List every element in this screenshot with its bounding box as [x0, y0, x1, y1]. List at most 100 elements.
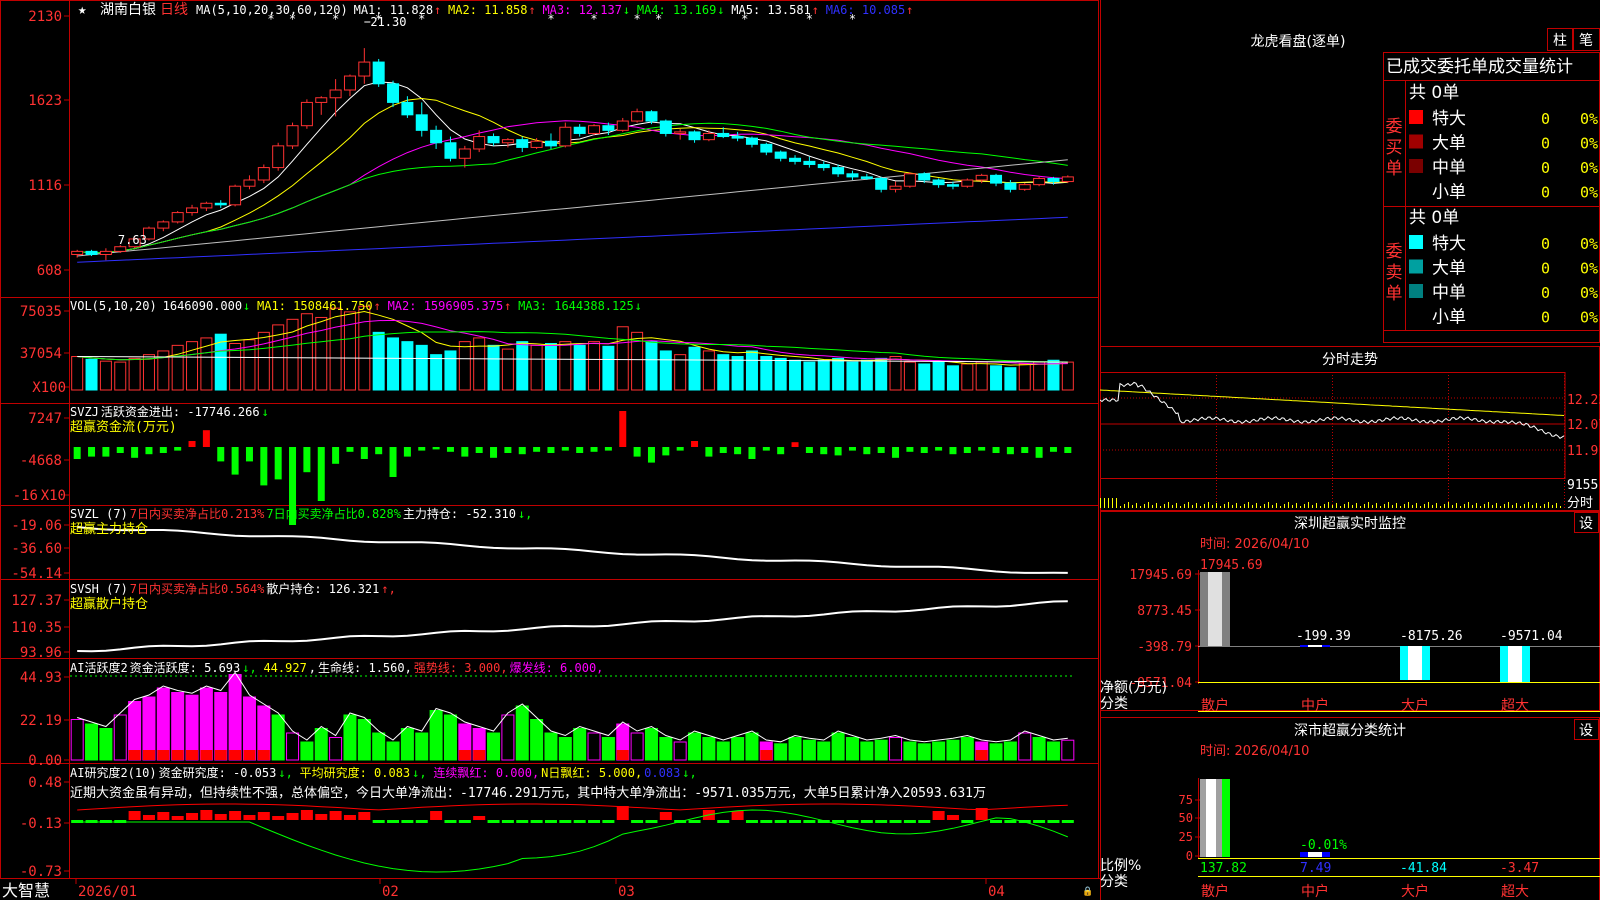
- ai1-bar-base: [186, 750, 199, 760]
- candle-body[interactable]: [544, 140, 557, 147]
- candle-body[interactable]: [1018, 184, 1031, 190]
- candle-body[interactable]: [860, 176, 873, 179]
- candle-body[interactable]: [229, 185, 242, 206]
- volume-bar: [659, 350, 672, 391]
- candle-body[interactable]: [516, 139, 529, 148]
- candle-body[interactable]: [487, 136, 500, 144]
- candle-body[interactable]: [415, 114, 428, 131]
- svzj-bar: [1049, 447, 1057, 452]
- candle-body[interactable]: [329, 89, 342, 99]
- candle-body[interactable]: [1047, 177, 1060, 183]
- candle-body[interactable]: [702, 132, 715, 141]
- candle-body[interactable]: [688, 131, 701, 141]
- candle-body[interactable]: [602, 125, 615, 131]
- ai1-bar: [731, 737, 745, 761]
- candle-body[interactable]: [903, 173, 916, 187]
- candle-body[interactable]: [1033, 177, 1046, 186]
- candle-body[interactable]: [745, 137, 758, 145]
- monitor-bar-hi-3: [1508, 646, 1522, 682]
- intraday-vol-bar: [1196, 503, 1197, 508]
- svsh-ytick-0: 127.37: [11, 593, 62, 609]
- candle-body[interactable]: [817, 163, 830, 169]
- candle-body[interactable]: [717, 132, 730, 138]
- ai2-header-8: ↓,: [682, 766, 696, 780]
- candle-body[interactable]: [286, 125, 299, 147]
- candle-body[interactable]: [889, 185, 902, 190]
- candle-body[interactable]: [674, 131, 687, 134]
- candle-body[interactable]: [530, 140, 543, 148]
- candle-body[interactable]: [760, 143, 773, 153]
- candle-body[interactable]: [631, 111, 644, 122]
- candle-body[interactable]: [257, 167, 270, 181]
- candle-body[interactable]: [990, 174, 1003, 184]
- chart-area[interactable]: 21301623111660821.307.63* * * * * * * * * * * *★ 湖南白…: [0, 0, 1100, 900]
- candle-body[interactable]: [875, 177, 888, 190]
- candle-body[interactable]: [430, 129, 443, 144]
- ai1-bar: [587, 732, 601, 761]
- candle-body[interactable]: [946, 184, 959, 187]
- candle-body[interactable]: [458, 148, 471, 159]
- candle-body[interactable]: [918, 173, 931, 181]
- intraday-vol-bar: [1296, 503, 1297, 508]
- candle-body[interactable]: [832, 167, 845, 175]
- candle-body[interactable]: [932, 179, 945, 186]
- candle-body[interactable]: [387, 83, 400, 103]
- candle-body[interactable]: [272, 145, 285, 169]
- candle-body[interactable]: [99, 250, 112, 255]
- candle-body[interactable]: [200, 202, 213, 209]
- vol-arrow-3: ↓: [635, 299, 642, 313]
- candle-body[interactable]: [501, 139, 514, 144]
- candle-body[interactable]: [659, 120, 672, 134]
- candle-body[interactable]: [186, 207, 199, 214]
- svzj-ytick-0: 7247: [28, 411, 62, 427]
- candle-body[interactable]: [71, 250, 84, 255]
- ai1-bar: [314, 728, 328, 761]
- svzj-bar: [877, 447, 885, 453]
- ai2-bar: [229, 811, 242, 820]
- candle-body[interactable]: [444, 142, 457, 159]
- candle-body[interactable]: [789, 157, 802, 162]
- candle-body[interactable]: [358, 61, 371, 77]
- candle-body[interactable]: [731, 136, 744, 139]
- candle-body[interactable]: [243, 179, 256, 187]
- candle-body[interactable]: [473, 136, 486, 150]
- candle-body[interactable]: [975, 174, 988, 181]
- lhb-buy-swatch-1: [1409, 134, 1423, 149]
- lhb-sell-row-label-3: 小单: [1432, 308, 1466, 328]
- candle-body[interactable]: [157, 221, 170, 229]
- intraday-vol-bar: [1236, 503, 1237, 508]
- candle-body[interactable]: [588, 125, 601, 134]
- candle-body[interactable]: [573, 126, 586, 134]
- intraday-vol-bar: [1272, 505, 1273, 508]
- candle-body[interactable]: [315, 97, 328, 103]
- candle-body[interactable]: [300, 101, 313, 127]
- intraday-vol-bar: [1460, 506, 1461, 508]
- candle-body[interactable]: [1004, 182, 1017, 190]
- candle-body[interactable]: [774, 151, 787, 159]
- lhb-sell-row-label-0: 特大: [1432, 234, 1466, 254]
- candle-body[interactable]: [961, 179, 974, 187]
- svzj-header-0: SVZJ: [70, 405, 99, 419]
- volume-bar: [645, 341, 658, 391]
- ai2-bar: [243, 815, 256, 820]
- candle-body[interactable]: [645, 111, 658, 122]
- candle-body[interactable]: [559, 126, 572, 147]
- candle-body[interactable]: [846, 173, 859, 178]
- ai2-bar: [544, 820, 557, 823]
- lhb-buy-row-pct-0: 0%: [1580, 110, 1598, 128]
- candle-body[interactable]: [343, 75, 356, 91]
- candle-body[interactable]: [803, 160, 816, 165]
- candle-body[interactable]: [372, 61, 385, 85]
- candle-body[interactable]: [114, 246, 127, 252]
- candle-body[interactable]: [401, 101, 414, 116]
- vol-label-1: MA1: 1508461.750: [257, 299, 373, 313]
- candle-body[interactable]: [1061, 176, 1074, 183]
- classify-ytick-1: 50: [1179, 811, 1193, 825]
- candle-body[interactable]: [214, 202, 227, 206]
- candle-body[interactable]: [85, 250, 98, 255]
- intraday-vol-bar: [1260, 506, 1261, 508]
- intraday-vol-bar: [1328, 502, 1329, 508]
- candle-body[interactable]: [171, 212, 184, 223]
- candle-body[interactable]: [616, 120, 629, 131]
- ai2-bar: [128, 811, 141, 820]
